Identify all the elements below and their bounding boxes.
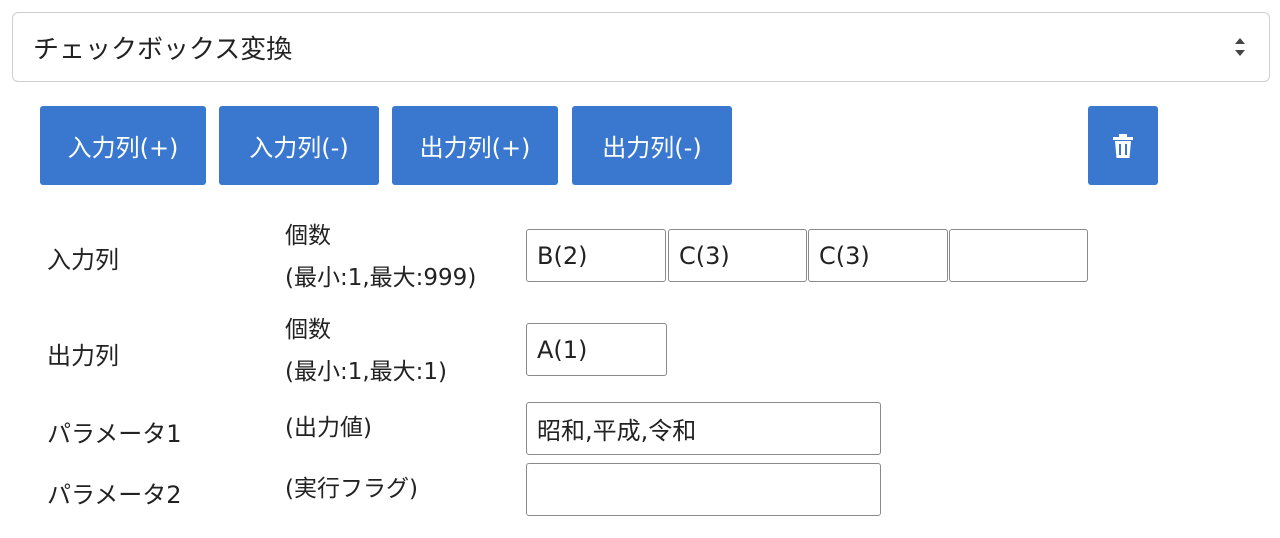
- input-count-label: 個数: [285, 223, 331, 249]
- conversion-type-select[interactable]: チェックボックス変換: [12, 12, 1270, 82]
- param1-desc: (出力値): [285, 415, 372, 441]
- input-column-cell-4[interactable]: [949, 229, 1088, 282]
- remove-input-column-button[interactable]: 入力列(-): [219, 106, 379, 185]
- input-count-range: (最小:1,最大:999): [285, 265, 477, 291]
- checkbox-convert-panel: チェックボックス変換 入力列(+) 入力列(-) 出力列(+) 出力列(-) 入…: [0, 0, 1280, 538]
- param2-label: パラメータ2: [47, 481, 182, 509]
- input-column-label: 入力列: [47, 246, 119, 274]
- delete-button[interactable]: [1088, 106, 1158, 185]
- input-column-cell-3[interactable]: C(3): [808, 229, 948, 282]
- output-count-label: 個数: [285, 317, 331, 343]
- add-input-column-button[interactable]: 入力列(+): [40, 106, 206, 185]
- remove-output-column-button[interactable]: 出力列(-): [572, 106, 732, 185]
- param1-input[interactable]: 昭和,平成,令和: [526, 402, 881, 455]
- param2-desc: (実行フラグ): [285, 476, 418, 502]
- select-value: チェックボックス変換: [33, 34, 293, 65]
- sort-caret-icon: [1235, 38, 1245, 56]
- output-column-cell-1[interactable]: A(1): [526, 323, 667, 376]
- input-column-cell-1[interactable]: B(2): [526, 229, 666, 282]
- input-column-cell-2[interactable]: C(3): [668, 229, 807, 282]
- trash-icon: [1113, 133, 1133, 158]
- param2-input[interactable]: [526, 463, 881, 516]
- add-output-column-button[interactable]: 出力列(+): [392, 106, 558, 185]
- output-column-label: 出力列: [47, 342, 119, 370]
- param1-label: パラメータ1: [47, 420, 182, 448]
- output-count-range: (最小:1,最大:1): [285, 359, 448, 385]
